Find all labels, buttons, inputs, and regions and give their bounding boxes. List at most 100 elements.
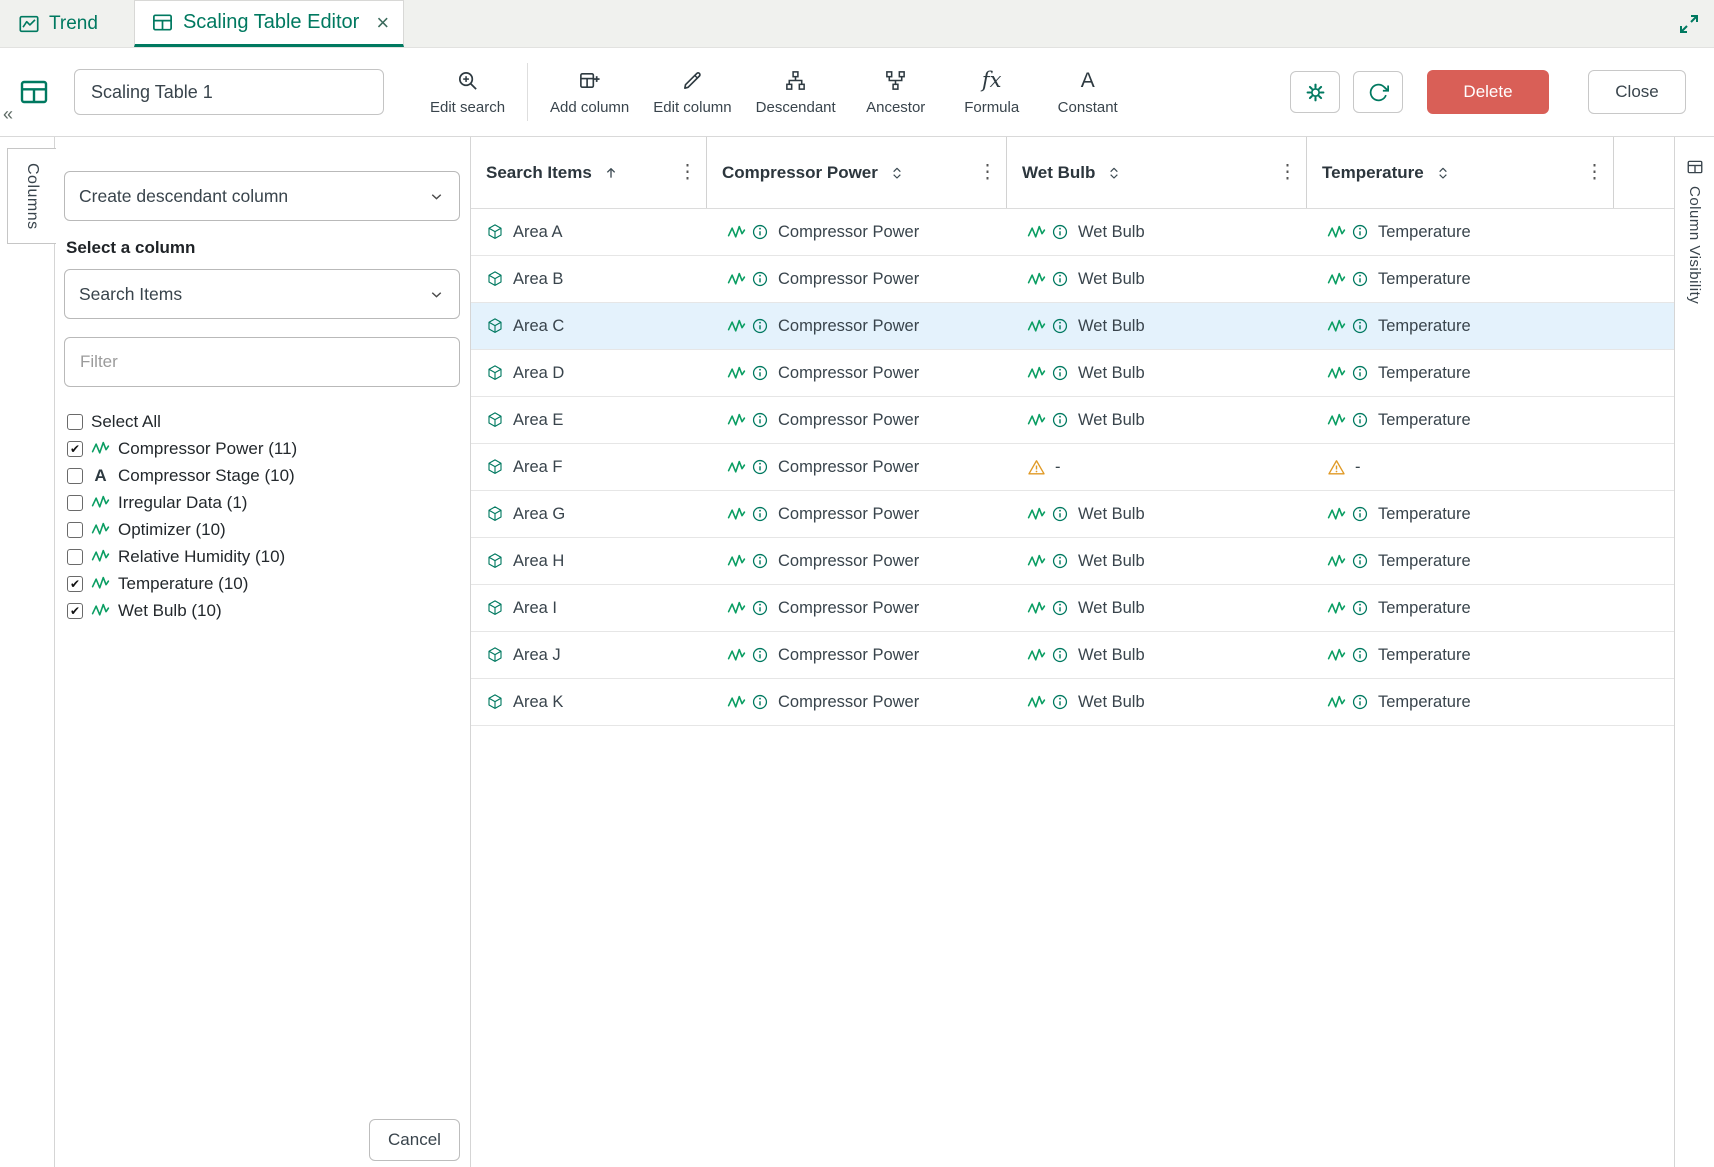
checkbox[interactable] (67, 441, 83, 457)
info-icon[interactable] (1051, 317, 1069, 335)
signal-cell[interactable]: Wet Bulb (1007, 585, 1307, 631)
info-icon[interactable] (1351, 411, 1369, 429)
header-wet-bulb[interactable]: Wet Bulb ⋮ (1007, 137, 1307, 208)
column-menu-icon[interactable]: ⋮ (978, 163, 997, 182)
column-item-temperature[interactable]: Temperature (10) (67, 570, 460, 597)
table-row[interactable]: Area H Compressor Power Wet Bulb Te (471, 538, 1674, 585)
signal-cell[interactable]: Compressor Power (707, 397, 1007, 443)
tab-scaling-table-editor[interactable]: Scaling Table Editor × (134, 0, 404, 47)
info-icon[interactable] (1351, 646, 1369, 664)
area-cell[interactable]: Area A (471, 209, 707, 255)
refresh-button[interactable] (1353, 71, 1403, 113)
tab-trend[interactable]: Trend (0, 0, 116, 47)
info-icon[interactable] (1051, 270, 1069, 288)
constant-button[interactable]: A Constant (1040, 58, 1136, 126)
info-icon[interactable] (1351, 317, 1369, 335)
column-menu-icon[interactable]: ⋮ (1585, 163, 1604, 182)
table-row[interactable]: Area A Compressor Power Wet Bulb Te (471, 209, 1674, 256)
signal-cell[interactable]: Wet Bulb (1007, 632, 1307, 678)
info-icon[interactable] (1351, 505, 1369, 523)
area-cell[interactable]: Area H (471, 538, 707, 584)
area-cell[interactable]: Area C (471, 303, 707, 349)
collapse-panel-icon[interactable]: « (3, 104, 13, 125)
edit-search-button[interactable]: Edit search (418, 58, 517, 126)
signal-cell[interactable]: - (1307, 444, 1614, 490)
table-name-input[interactable] (74, 69, 384, 115)
info-icon[interactable] (751, 270, 769, 288)
ancestor-button[interactable]: Ancestor (848, 58, 944, 126)
signal-cell[interactable]: Compressor Power (707, 350, 1007, 396)
select-all-row[interactable]: Select All (67, 408, 460, 435)
info-icon[interactable] (751, 317, 769, 335)
column-item-relative-humidity[interactable]: Relative Humidity (10) (67, 543, 460, 570)
area-cell[interactable]: Area K (471, 679, 707, 725)
info-icon[interactable] (751, 599, 769, 617)
area-cell[interactable]: Area J (471, 632, 707, 678)
signal-cell[interactable]: Wet Bulb (1007, 397, 1307, 443)
info-icon[interactable] (1051, 693, 1069, 711)
info-icon[interactable] (1051, 552, 1069, 570)
signal-cell[interactable]: Wet Bulb (1007, 538, 1307, 584)
sort-toggle-icon[interactable] (1435, 165, 1451, 181)
header-label[interactable]: Wet Bulb (1022, 163, 1095, 183)
area-cell[interactable]: Area F (471, 444, 707, 490)
info-icon[interactable] (1051, 364, 1069, 382)
delete-button[interactable]: Delete (1427, 70, 1549, 114)
signal-cell[interactable]: Temperature (1307, 491, 1614, 537)
table-row[interactable]: Area G Compressor Power Wet Bulb Te (471, 491, 1674, 538)
fullscreen-expand-icon[interactable] (1676, 11, 1702, 37)
edit-column-button[interactable]: Edit column (641, 58, 743, 126)
sort-toggle-icon[interactable] (889, 165, 905, 181)
signal-cell[interactable]: Temperature (1307, 538, 1614, 584)
signal-cell[interactable]: Wet Bulb (1007, 350, 1307, 396)
column-item-optimizer[interactable]: Optimizer (10) (67, 516, 460, 543)
info-icon[interactable] (1051, 505, 1069, 523)
column-item-compressor-power[interactable]: Compressor Power (11) (67, 435, 460, 462)
columns-panel-tab[interactable]: Columns (7, 148, 56, 244)
signal-cell[interactable]: Wet Bulb (1007, 679, 1307, 725)
checkbox[interactable] (67, 522, 83, 538)
info-icon[interactable] (751, 458, 769, 476)
add-column-button[interactable]: Add column (538, 58, 641, 126)
info-icon[interactable] (1051, 599, 1069, 617)
signal-cell[interactable]: Compressor Power (707, 209, 1007, 255)
info-icon[interactable] (1051, 646, 1069, 664)
info-icon[interactable] (751, 552, 769, 570)
signal-cell[interactable]: Temperature (1307, 679, 1614, 725)
descendant-button[interactable]: Descendant (744, 58, 848, 126)
signal-cell[interactable]: Wet Bulb (1007, 303, 1307, 349)
column-item-compressor-stage[interactable]: A Compressor Stage (10) (67, 462, 460, 489)
table-row[interactable]: Area C Compressor Power Wet Bulb Te (471, 303, 1674, 350)
checkbox[interactable] (67, 549, 83, 565)
signal-cell[interactable]: Compressor Power (707, 303, 1007, 349)
header-search-items[interactable]: Search Items ⋮ (471, 137, 707, 208)
info-icon[interactable] (751, 646, 769, 664)
cancel-button[interactable]: Cancel (369, 1119, 460, 1161)
close-button[interactable]: Close (1588, 70, 1686, 114)
signal-cell[interactable]: Temperature (1307, 209, 1614, 255)
sort-ascending-icon[interactable] (603, 165, 619, 181)
area-cell[interactable]: Area B (471, 256, 707, 302)
table-row[interactable]: Area B Compressor Power Wet Bulb Te (471, 256, 1674, 303)
area-cell[interactable]: Area E (471, 397, 707, 443)
table-row[interactable]: Area F Compressor Power - - (471, 444, 1674, 491)
signal-cell[interactable]: Temperature (1307, 632, 1614, 678)
tab-close-icon[interactable]: × (376, 12, 389, 34)
signal-cell[interactable]: Compressor Power (707, 679, 1007, 725)
settings-button[interactable] (1290, 71, 1340, 113)
info-icon[interactable] (751, 505, 769, 523)
column-item-irregular-data[interactable]: Irregular Data (1) (67, 489, 460, 516)
checkbox[interactable] (67, 603, 83, 619)
header-label[interactable]: Compressor Power (722, 163, 878, 183)
table-row[interactable]: Area D Compressor Power Wet Bulb Te (471, 350, 1674, 397)
info-icon[interactable] (1351, 364, 1369, 382)
sort-toggle-icon[interactable] (1106, 165, 1122, 181)
info-icon[interactable] (1351, 223, 1369, 241)
signal-cell[interactable]: Compressor Power (707, 256, 1007, 302)
area-cell[interactable]: Area D (471, 350, 707, 396)
table-row[interactable]: Area J Compressor Power Wet Bulb Te (471, 632, 1674, 679)
column-source-dropdown[interactable]: Search Items (64, 269, 460, 319)
table-row[interactable]: Area E Compressor Power Wet Bulb Te (471, 397, 1674, 444)
checkbox[interactable] (67, 495, 83, 511)
column-visibility-tab[interactable]: Column Visibility (1686, 186, 1703, 304)
